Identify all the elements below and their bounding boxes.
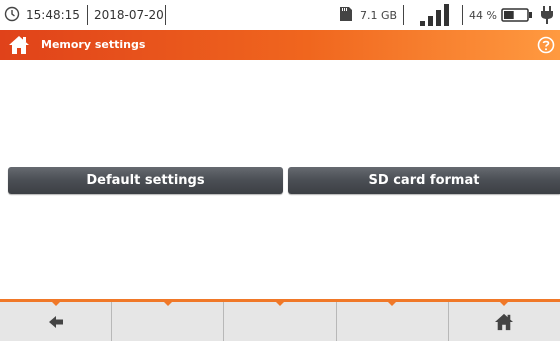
default-settings-label: Default settings <box>86 173 205 188</box>
sd-card-size: 7.1 GB <box>360 9 398 22</box>
clock-icon <box>4 6 20 22</box>
home-button[interactable] <box>449 301 560 341</box>
battery-percent: 44 % <box>469 9 497 22</box>
help-icon[interactable] <box>537 36 555 54</box>
notch-marker <box>275 301 285 306</box>
toolbar-slot-2[interactable] <box>112 301 225 341</box>
notch-marker <box>162 301 173 306</box>
back-button[interactable] <box>0 301 113 341</box>
home-icon[interactable] <box>8 35 30 55</box>
sd-card-format-button[interactable]: SD card format <box>288 167 560 194</box>
notch-marker <box>499 301 510 306</box>
status-date: 2018-07-20 <box>94 8 164 22</box>
plug-icon <box>541 6 553 24</box>
divider <box>165 5 166 25</box>
battery-icon <box>501 8 532 22</box>
status-bar: 15:48:15 2018-07-20 7.1 GB 44 % <box>0 0 560 30</box>
title-bar: Memory settings <box>0 30 560 60</box>
status-time: 15:48:15 <box>26 8 80 22</box>
back-arrow-icon <box>48 315 63 328</box>
toolbar-slot-4[interactable] <box>337 301 449 341</box>
sd-card-format-label: SD card format <box>368 173 480 188</box>
divider <box>462 5 463 25</box>
divider <box>403 5 404 25</box>
notch-marker <box>50 301 61 306</box>
divider <box>87 5 88 25</box>
notch-marker <box>387 301 398 306</box>
sd-card-icon <box>340 7 352 21</box>
signal-icon <box>420 4 449 26</box>
toolbar-slot-3[interactable] <box>224 301 337 341</box>
home-icon <box>495 313 514 330</box>
page-title: Memory settings <box>41 38 146 51</box>
bottom-toolbar <box>0 299 560 341</box>
default-settings-button[interactable]: Default settings <box>8 167 283 194</box>
